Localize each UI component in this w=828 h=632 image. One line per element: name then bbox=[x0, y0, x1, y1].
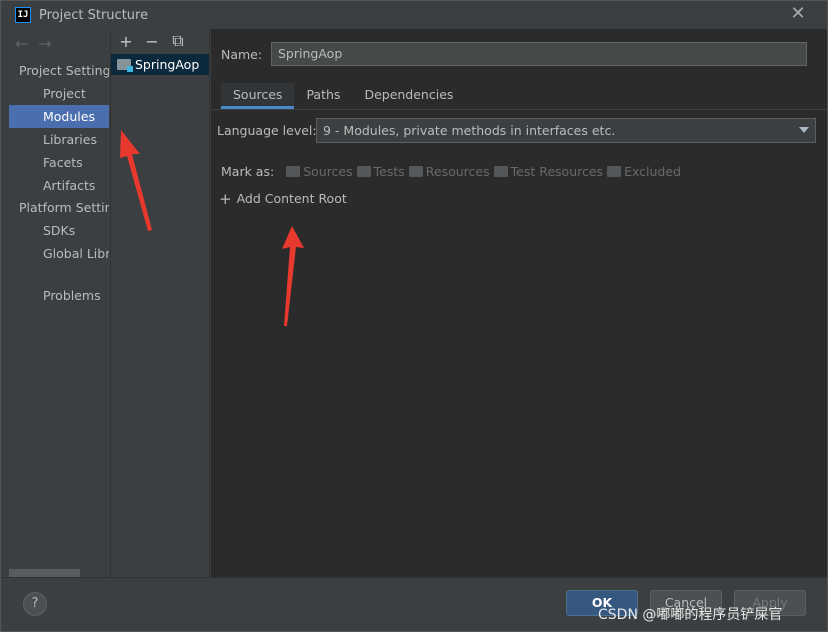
mark-as-label: Mark as: bbox=[221, 164, 275, 179]
nav-item-problems[interactable]: Problems bbox=[9, 284, 109, 307]
tabs-divider bbox=[211, 109, 827, 110]
add-module-icon[interactable]: + bbox=[119, 32, 133, 51]
mark-resources-button[interactable]: Resources bbox=[408, 164, 490, 179]
title-bar: IJ Project Structure ✕ bbox=[1, 1, 827, 29]
module-item-springaop[interactable]: SpringAop bbox=[111, 54, 209, 75]
module-detail-panel: Name: SpringAop Sources Paths Dependenci… bbox=[211, 29, 827, 577]
copy-module-icon[interactable]: ⧉ bbox=[171, 31, 185, 51]
tab-paths[interactable]: Paths bbox=[294, 83, 352, 109]
module-name-input[interactable]: SpringAop bbox=[271, 42, 807, 66]
resources-folder-icon bbox=[408, 166, 423, 177]
mark-excluded-label: Excluded bbox=[624, 164, 681, 179]
nav-item-global-libraries[interactable]: Global Libraries bbox=[9, 242, 109, 265]
nav-horizontal-scrollbar[interactable] bbox=[9, 569, 80, 577]
mark-test-resources-button[interactable]: Test Resources bbox=[493, 164, 604, 179]
chevron-down-icon bbox=[799, 127, 809, 133]
mark-as-row: Mark as: Sources Tests Resources Test Re… bbox=[221, 164, 685, 179]
remove-module-icon[interactable]: − bbox=[145, 32, 159, 51]
nav-history: ← → bbox=[9, 29, 109, 57]
add-content-root-label: Add Content Root bbox=[236, 191, 347, 206]
nav-item-libraries[interactable]: Libraries bbox=[9, 128, 109, 151]
language-level-row: Language level: 9 - Modules, private met… bbox=[217, 118, 816, 143]
module-folder-icon bbox=[117, 59, 133, 72]
language-level-value: 9 - Modules, private methods in interfac… bbox=[323, 123, 616, 138]
mark-test-resources-label: Test Resources bbox=[510, 164, 604, 179]
module-tabs: Sources Paths Dependencies bbox=[221, 83, 465, 109]
name-label: Name: bbox=[221, 46, 263, 62]
mark-tests-label: Tests bbox=[373, 164, 405, 179]
close-icon[interactable]: ✕ bbox=[789, 5, 807, 23]
project-structure-dialog: IJ Project Structure ✕ ← → Project Setti… bbox=[0, 0, 828, 632]
nav-item-sdks[interactable]: SDKs bbox=[9, 219, 109, 242]
language-level-select[interactable]: 9 - Modules, private methods in interfac… bbox=[316, 118, 816, 143]
modules-toolbar: + − ⧉ bbox=[111, 29, 209, 53]
name-row: Name: SpringAop bbox=[221, 42, 807, 66]
window-title: Project Structure bbox=[39, 7, 149, 23]
csdn-watermark: CSDN @嘟嘟的程序员铲屎官 bbox=[598, 607, 783, 623]
project-settings-header: Project Settings bbox=[19, 63, 109, 78]
language-level-label: Language level: bbox=[217, 123, 317, 138]
plus-icon: + bbox=[219, 189, 232, 208]
nav-item-modules[interactable]: Modules bbox=[9, 105, 109, 128]
tab-sources[interactable]: Sources bbox=[221, 83, 295, 109]
tab-dependencies[interactable]: Dependencies bbox=[352, 83, 465, 109]
nav-item-artifacts[interactable]: Artifacts bbox=[9, 174, 109, 197]
mark-excluded-button[interactable]: Excluded bbox=[607, 164, 681, 179]
nav-item-facets[interactable]: Facets bbox=[9, 151, 109, 174]
intellij-logo-icon: IJ bbox=[15, 7, 31, 23]
mark-tests-button[interactable]: Tests bbox=[356, 164, 405, 179]
excluded-folder-icon bbox=[607, 166, 622, 177]
modules-panel: + − ⧉ SpringAop bbox=[110, 29, 210, 577]
mark-resources-label: Resources bbox=[425, 164, 490, 179]
mark-sources-label: Sources bbox=[303, 164, 353, 179]
back-arrow-icon[interactable]: ← bbox=[15, 34, 28, 53]
help-button[interactable]: ? bbox=[23, 592, 47, 616]
module-item-label: SpringAop bbox=[135, 57, 200, 72]
mark-sources-button[interactable]: Sources bbox=[286, 164, 353, 179]
test-resources-folder-icon bbox=[493, 166, 508, 177]
forward-arrow-icon[interactable]: → bbox=[38, 34, 51, 53]
add-content-root-button[interactable]: + Add Content Root bbox=[219, 191, 347, 206]
settings-nav: ← → Project Settings Project Modules Lib… bbox=[9, 29, 109, 577]
platform-settings-header: Platform Settings bbox=[19, 200, 109, 215]
tests-folder-icon bbox=[356, 166, 371, 177]
nav-item-project[interactable]: Project bbox=[9, 82, 109, 105]
sources-folder-icon bbox=[286, 166, 301, 177]
